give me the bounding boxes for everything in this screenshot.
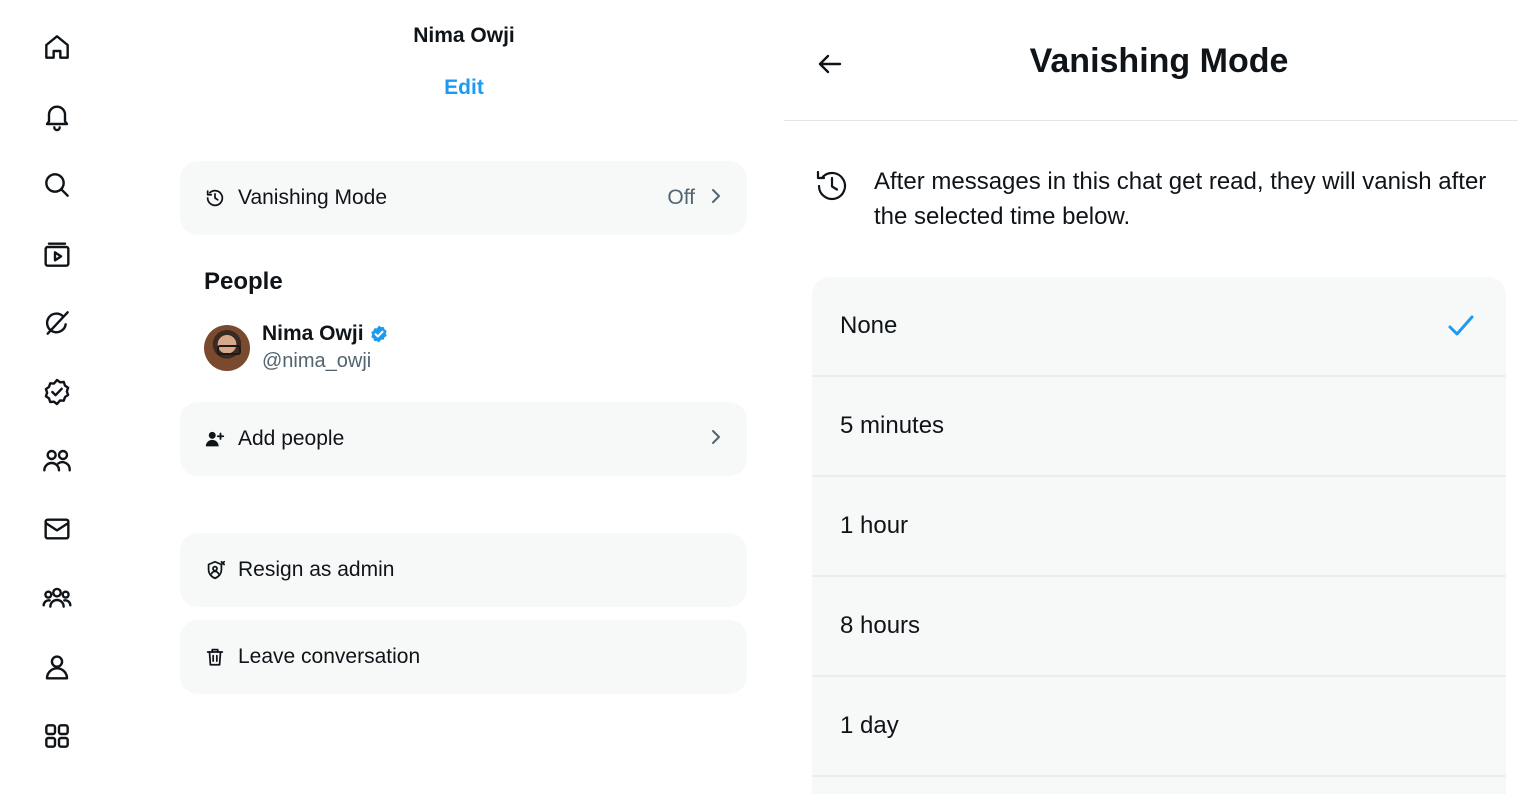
option-label: None [840, 312, 898, 339]
vanishing-mode-label: Vanishing Mode [238, 186, 388, 209]
vanishing-mode-row[interactable]: Vanishing Mode Off [180, 161, 747, 235]
vanishing-description: After messages in this chat get read, th… [874, 168, 1487, 230]
messages-icon[interactable] [40, 512, 74, 546]
add-people-label: Add people [238, 427, 345, 450]
search-icon[interactable] [40, 168, 74, 202]
video-icon[interactable] [40, 238, 74, 272]
communities-icon[interactable] [40, 444, 74, 478]
vanishing-mode-panel: Vanishing Mode After messages in this ch… [784, 0, 1518, 794]
option-5-minutes[interactable]: 5 minutes [812, 377, 1506, 477]
option-none[interactable]: None [812, 277, 1506, 377]
verified-badge-icon [370, 325, 387, 343]
chevron-right-icon [709, 428, 723, 451]
member-name: Nima Owji [262, 322, 364, 345]
nav-rail [0, 0, 115, 794]
groups-icon[interactable] [40, 581, 74, 615]
duration-options: None 5 minutes 1 hour 8 hours 1 day [812, 277, 1506, 794]
option-label: 1 hour [840, 512, 909, 539]
option-label: 1 day [840, 712, 899, 739]
conversation-details: Nima Owji Edit Vanishing Mode Off People… [160, 0, 770, 794]
resign-admin-label: Resign as admin [238, 558, 395, 581]
option-label: 8 hours [840, 612, 921, 639]
leave-conversation-button[interactable]: Leave conversation [180, 620, 747, 694]
edit-button[interactable]: Edit [160, 76, 768, 100]
notifications-icon[interactable] [40, 99, 74, 133]
member-handle: @nima_owji [262, 350, 372, 372]
add-people-row[interactable]: Add people [180, 402, 747, 476]
add-person-icon [204, 428, 226, 450]
header-divider [784, 120, 1518, 121]
panel-title: Vanishing Mode [1029, 42, 1289, 80]
chat-name: Nima Owji [413, 24, 515, 47]
option-label: 5 minutes [840, 412, 945, 439]
trash-icon [204, 646, 226, 668]
vanishing-history-icon [812, 166, 852, 206]
shield-person-icon [204, 559, 226, 581]
vanishing-history-icon [204, 187, 226, 209]
people-heading: People [204, 268, 283, 295]
option-1-day[interactable]: 1 day [812, 677, 1506, 777]
profile-icon[interactable] [40, 650, 74, 684]
checkmark-icon [1444, 309, 1478, 343]
resign-admin-button[interactable]: Resign as admin [180, 533, 747, 607]
leave-conversation-label: Leave conversation [238, 645, 421, 668]
vanishing-mode-value: Off [667, 186, 695, 209]
avatar [204, 324, 250, 371]
member-item[interactable]: Nima Owji @nima_owji [204, 322, 389, 373]
chevron-right-icon [709, 187, 723, 210]
home-icon[interactable] [40, 30, 74, 64]
more-icon[interactable] [40, 719, 74, 753]
verified-icon[interactable] [40, 375, 74, 409]
grok-icon[interactable] [40, 306, 74, 340]
option-1-hour[interactable]: 1 hour [812, 477, 1506, 577]
option-8-hours[interactable]: 8 hours [812, 577, 1506, 677]
